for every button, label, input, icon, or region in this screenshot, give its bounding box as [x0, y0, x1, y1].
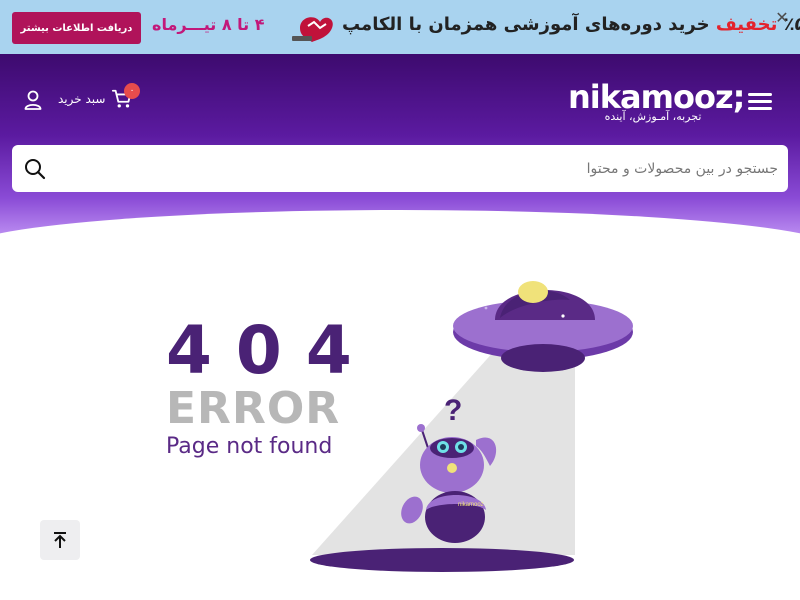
svg-text:?: ?	[444, 394, 462, 427]
search-icon[interactable]	[24, 158, 46, 180]
promo-headline: تا ۵۰٪ تخفیف خرید دوره‌های آموزشی همزمان…	[342, 14, 800, 35]
user-account-icon[interactable]	[24, 90, 42, 110]
cart-count-badge: ۰	[124, 83, 140, 99]
arrow-up-icon	[54, 532, 66, 548]
hamburger-menu-icon[interactable]	[748, 93, 772, 111]
promo-banner: دریافت اطلاعات بیشتر ۴ تا ۸ تیـــرماه تا…	[0, 0, 800, 54]
site-tagline: تجربه، آمـوزش، آینده	[604, 110, 702, 123]
ufo-robot-illustration: ? nikamooz	[310, 281, 633, 572]
search-input[interactable]	[62, 145, 782, 192]
close-icon[interactable]: ✕	[774, 10, 790, 26]
elecomp-logo-icon	[292, 17, 333, 42]
promo-headline-rest: خرید دوره‌های آموزشی همزمان با الکامپ	[342, 14, 710, 35]
promo-date: ۴ تا ۸ تیـــرماه	[152, 15, 265, 34]
search-bar	[12, 145, 788, 192]
promo-headline-discount: تخفیف	[715, 14, 778, 35]
cart-label: سبد خرید	[58, 92, 106, 106]
scroll-to-top-button[interactable]	[40, 520, 80, 560]
more-info-button[interactable]: دریافت اطلاعات بیشتر	[12, 12, 141, 44]
cart-button[interactable]: سبد خرید	[58, 88, 133, 110]
svg-text:nikamooz: nikamooz	[458, 502, 484, 508]
